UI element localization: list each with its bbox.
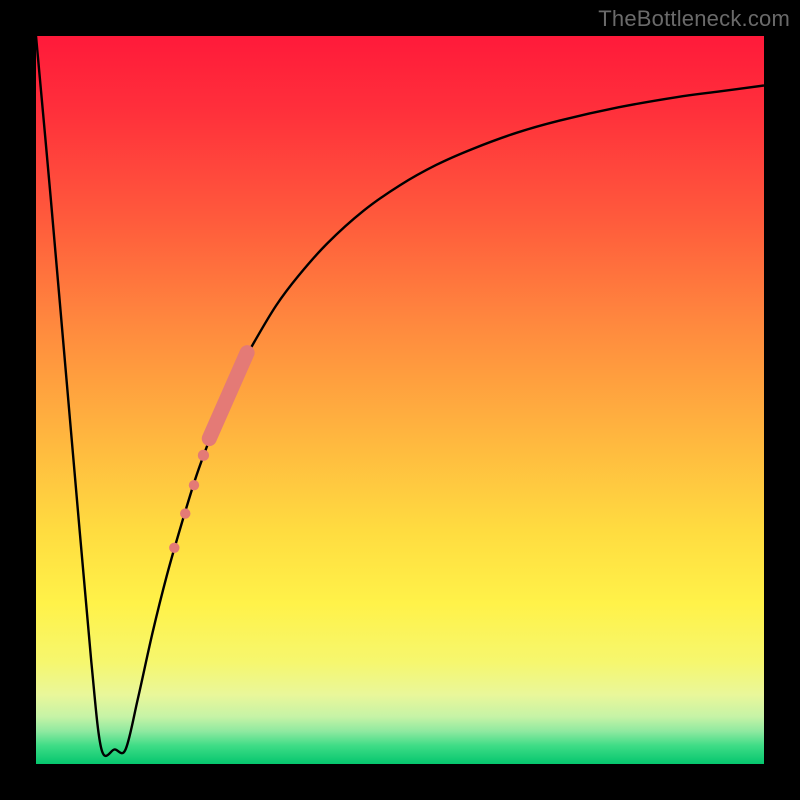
- bottleneck-plot: [36, 36, 764, 764]
- data-point: [169, 543, 179, 553]
- chart-frame: TheBottleneck.com: [0, 0, 800, 800]
- gradient-background: [36, 36, 764, 764]
- data-point: [189, 480, 199, 490]
- data-point: [180, 508, 190, 518]
- watermark-text: TheBottleneck.com: [598, 6, 790, 32]
- data-point: [198, 450, 209, 461]
